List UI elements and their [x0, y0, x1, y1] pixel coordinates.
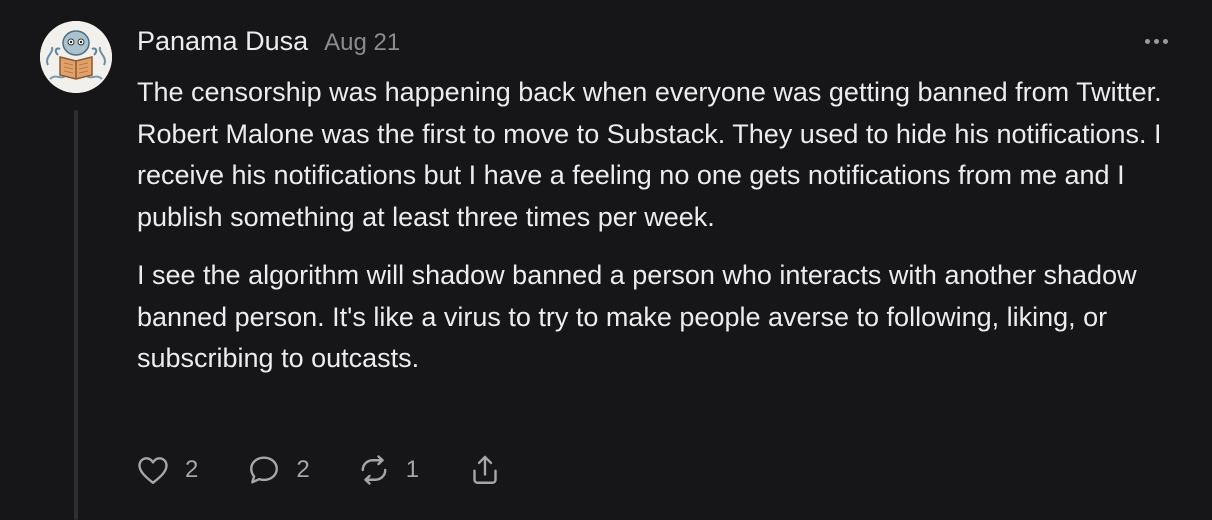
restack-button[interactable]: 1	[356, 452, 419, 488]
more-horizontal-icon	[1162, 38, 1168, 44]
restack-count: 1	[405, 456, 420, 483]
comment-paragraph: I see the algorithm will shadow banned a…	[137, 260, 1137, 373]
speech-bubble-icon	[250, 456, 279, 484]
comment-paragraph: The censorship was happening back when e…	[137, 77, 1162, 232]
avatar-illustration	[40, 21, 112, 93]
like-count: 2	[185, 456, 199, 483]
comment-date[interactable]: Aug 21	[324, 29, 400, 57]
share-button[interactable]	[467, 452, 503, 488]
more-horizontal-icon	[1153, 38, 1159, 44]
restack-arrows-icon	[361, 455, 387, 485]
reply-count: 2	[296, 456, 310, 483]
avatar[interactable]	[40, 21, 112, 93]
share-icon	[473, 455, 497, 484]
comment-body: The censorship was happening back when e…	[137, 72, 1197, 380]
comment-header: Panama Dusa Aug 21	[137, 26, 400, 60]
reply-button[interactable]: 2	[246, 452, 310, 488]
heart-icon	[138, 457, 168, 484]
thread-line	[74, 110, 78, 520]
more-horizontal-icon	[1144, 38, 1150, 44]
author-name[interactable]: Panama Dusa	[137, 26, 308, 57]
more-options-button[interactable]	[1138, 32, 1174, 50]
comment-actions: 2 2 1	[135, 450, 503, 490]
like-button[interactable]: 2	[135, 452, 198, 488]
